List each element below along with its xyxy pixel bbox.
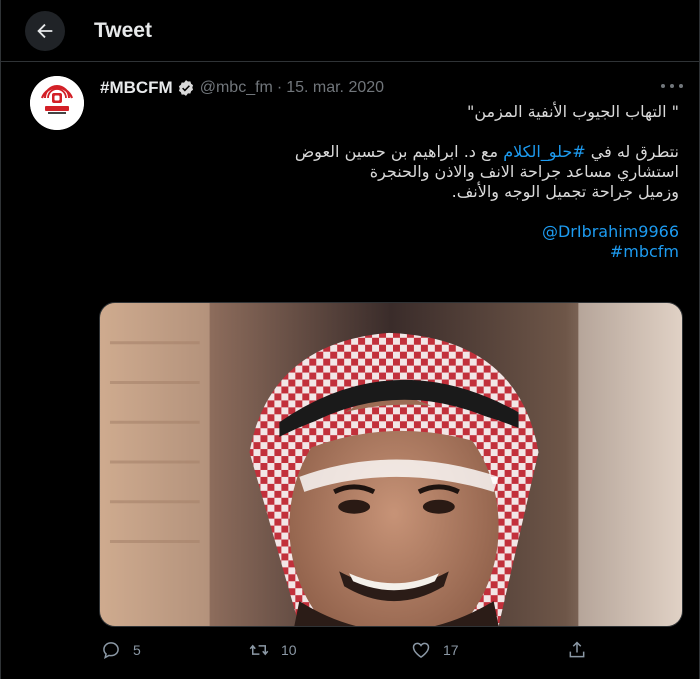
verified-badge-icon (178, 80, 193, 96)
portrait-photo (100, 303, 682, 626)
tweet-author-row: #MBCFM @mbc_fm · 15. mar. 2020 (100, 78, 384, 98)
share-button[interactable] (567, 640, 587, 660)
tweet-line-2: استشاري مساعد جراحة الانف والاذن والحنجر… (369, 162, 679, 181)
hashtag-link-mbcfm[interactable]: #mbcfm (610, 242, 679, 261)
author-handle[interactable]: @mbc_fm (200, 79, 273, 97)
reply-button[interactable]: 5 (101, 640, 141, 660)
arrow-left-icon (37, 23, 53, 39)
tweet-line-1: نتطرق له في #حلو_الكلام مع د. ابراهيم بن… (294, 142, 679, 161)
tweet-date[interactable]: 15. mar. 2020 (286, 79, 384, 97)
back-button[interactable] (25, 11, 65, 51)
separator-dot: · (276, 79, 283, 96)
more-options-button[interactable] (661, 76, 683, 96)
page-title: Tweet (94, 19, 152, 42)
like-button[interactable]: 17 (411, 640, 459, 660)
retweet-count: 10 (281, 642, 297, 658)
mention-link[interactable]: @DrIbrahim9966 (542, 222, 679, 241)
avatar[interactable] (30, 76, 84, 130)
tweet-page: Tweet #MBCFM @mbc_fm · 15. mar. 2020 " ا… (0, 0, 700, 679)
tweet-title-line: " التهاب الجيوب الأنفية المزمن" (467, 102, 679, 121)
retweet-icon (249, 644, 269, 656)
author-display-name[interactable]: #MBCFM (100, 78, 173, 98)
mbcfm-logo-icon (30, 76, 84, 130)
tweet-actions: 5 10 17 (99, 640, 683, 664)
reply-icon (103, 642, 119, 659)
tweet-photo[interactable] (99, 302, 683, 627)
share-icon (569, 641, 585, 658)
tweet-line-3: وزميل جراحة تجميل الوجه والأنف. (451, 182, 679, 201)
page-header: Tweet (1, 0, 700, 62)
tweet-text: " التهاب الجيوب الأنفية المزمن" نتطرق له… (119, 102, 679, 262)
like-count: 17 (443, 642, 459, 658)
retweet-button[interactable]: 10 (249, 640, 297, 660)
more-horizontal-icon (661, 84, 665, 88)
hashtag-link-helw-alkalam[interactable]: #حلو_الكلام (503, 142, 585, 161)
heart-icon (412, 642, 430, 658)
reply-count: 5 (133, 642, 141, 658)
